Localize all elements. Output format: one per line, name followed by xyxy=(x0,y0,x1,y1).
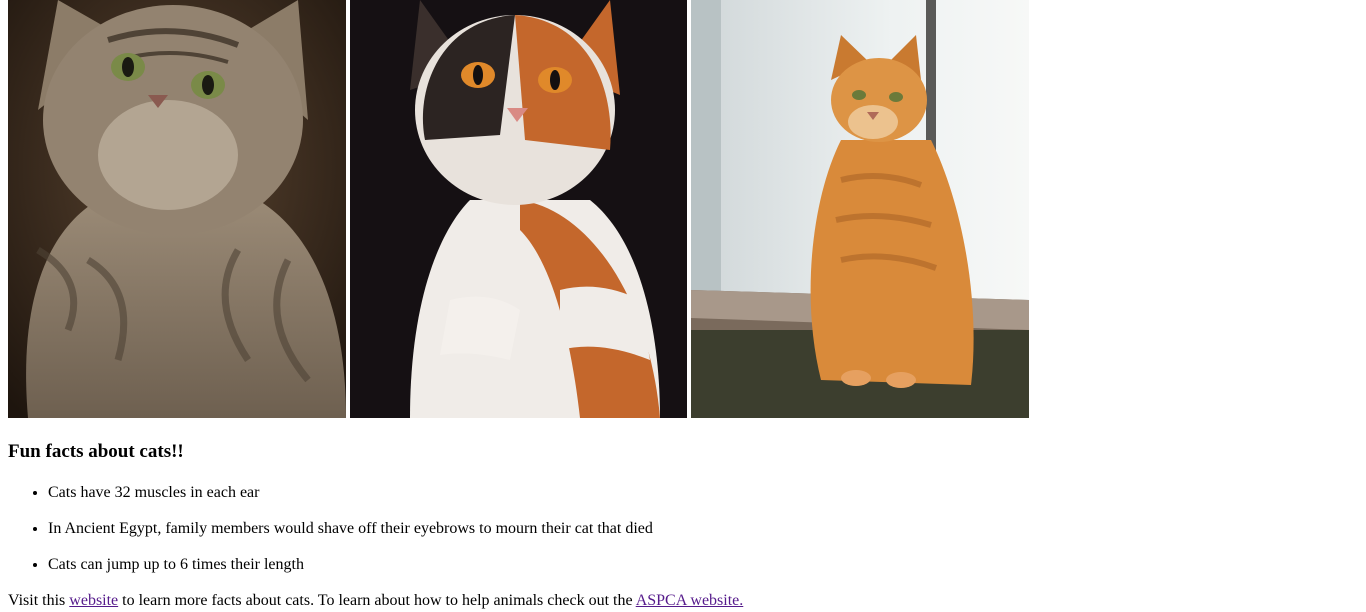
cat-facts-website-link[interactable]: website xyxy=(69,592,118,609)
tabby-cat-photo xyxy=(8,0,346,418)
footer-text-before: Visit this xyxy=(8,592,70,609)
cat-photo-gallery xyxy=(8,0,1029,418)
orange-cat-photo xyxy=(691,0,1029,418)
facts-heading: Fun facts about cats!! xyxy=(8,441,184,462)
list-item: In Ancient Egypt, family members would s… xyxy=(48,518,653,540)
footer-text-middle: to learn more facts about cats. To learn… xyxy=(118,592,636,609)
list-item: Cats can jump up to 6 times their length xyxy=(48,554,653,576)
list-item: Cats have 32 muscles in each ear xyxy=(48,482,653,504)
facts-list: Cats have 32 muscles in each ear In Anci… xyxy=(8,482,653,590)
calico-cat-photo xyxy=(350,0,687,418)
footer-paragraph: Visit this website to learn more facts a… xyxy=(8,590,743,612)
aspca-website-link[interactable]: ASPCA website. xyxy=(636,592,744,609)
